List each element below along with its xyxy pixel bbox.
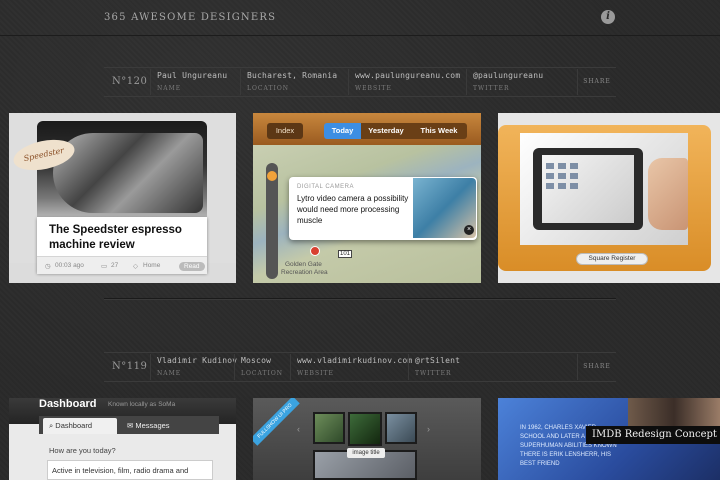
hand-image	[648, 158, 688, 230]
gallery-tile	[385, 412, 417, 444]
route-shield: 101	[338, 250, 353, 258]
home-tag: Home	[143, 262, 161, 269]
article-headline: The Speedster espresso machine review	[49, 224, 182, 251]
article-meta: ◷ 00:03 ago ▭ 27 ◇ Home Read	[37, 256, 207, 274]
comment-icon: ▭	[101, 263, 108, 270]
info-icon[interactable]: i	[601, 10, 615, 24]
app-tile	[558, 183, 566, 189]
work-thumbnail-news-app[interactable]: Index Today Yesterday This Week Golden G…	[253, 113, 481, 283]
tab-yesterday: Yesterday	[361, 123, 411, 139]
gallery-ribbon: FULLSHOW UI PRO	[253, 398, 300, 446]
designer-name-field: Vladimir Kudinov NAME	[150, 354, 238, 380]
app-tile	[570, 163, 578, 169]
top-bar: 365 AWESOME DESIGNERS i	[0, 0, 720, 36]
designer-number: N°120	[112, 76, 148, 87]
read-button: Read	[179, 262, 205, 271]
designer-name-field: Paul Ungureanu NAME	[150, 69, 240, 95]
dashboard-question: How are you today?	[49, 446, 116, 455]
imdb-title-label: IMDB Redesign Concept	[586, 426, 720, 444]
app-tile	[546, 183, 554, 189]
designer-twitter-field: @rtSilent TWITTER	[408, 354, 508, 380]
twitter-label: TWITTER	[415, 370, 452, 377]
slider-knob	[267, 171, 277, 181]
app-tile	[570, 173, 578, 179]
square-register-label: Square Register	[576, 253, 648, 265]
website-label: WEBSITE	[297, 370, 334, 377]
tab-dashboard: ⌕ Dashboard	[43, 418, 117, 434]
work-thumbnail-square-register[interactable]: Square Register	[498, 113, 720, 283]
tab-messages-label: Messages	[135, 421, 170, 430]
site-title[interactable]: 365 AWESOME DESIGNERS	[104, 12, 276, 23]
designer-location: Bucharest, Romania	[247, 71, 338, 80]
designer-twitter-link[interactable]: @paulungureanu	[473, 71, 566, 80]
index-button: Index	[267, 123, 303, 139]
share-button[interactable]: SHARE	[577, 354, 616, 380]
gallery-tile	[348, 412, 382, 446]
app-tile	[558, 163, 566, 169]
website-label: WEBSITE	[355, 85, 392, 92]
story-headline: Lytro video camera a possibility would n…	[297, 194, 409, 225]
work-thumbnail-dashboard[interactable]: Dashboard Known locally as SoMa ⌕ Dashbo…	[9, 398, 236, 480]
designer-location-field: Bucharest, Romania LOCATION	[240, 69, 348, 95]
app-tile	[546, 173, 554, 179]
header-photos	[628, 398, 720, 428]
dashboard-title: Dashboard	[39, 398, 97, 410]
share-button[interactable]: SHARE	[577, 69, 616, 95]
dashboard-subtitle: Known locally as SoMa	[108, 401, 176, 408]
work-thumbnail-gallery[interactable]: FULLSHOW UI PRO ‹ › image title	[253, 398, 481, 480]
designer-twitter-field: @paulungureanu TWITTER	[466, 69, 566, 95]
name-label: NAME	[157, 370, 182, 377]
place-label-recreation: Recreation Area	[281, 269, 328, 276]
name-label: NAME	[157, 85, 182, 92]
dashboard-answer: Active in television, film, radio drama …	[47, 460, 213, 480]
designer-website-field: www.vladimirkudinov.com WEBSITE	[290, 354, 412, 380]
section-divider	[104, 298, 616, 300]
chevron-left-icon: ‹	[297, 424, 300, 434]
story-popup: DIGITAL CAMERA Lytro video camera a poss…	[289, 177, 477, 240]
designer-website-link[interactable]: www.vladimirkudinov.com	[297, 356, 412, 365]
comment-count: 27	[111, 262, 119, 269]
tab-today: Today	[324, 123, 361, 139]
designer-info-row: N°119 Vladimir Kudinov NAME Moscow LOCAT…	[104, 352, 616, 382]
designer-number: N°119	[112, 361, 148, 372]
ipad-screen	[542, 155, 634, 223]
designer-location: Moscow	[241, 356, 272, 365]
app-tile	[558, 173, 566, 179]
designer-website-link[interactable]: www.paulungureanu.com	[355, 71, 466, 80]
clock-icon: ◷	[45, 263, 51, 270]
image-caption: image title	[347, 448, 385, 458]
designer-twitter-link[interactable]: @rtSilent	[415, 356, 508, 365]
place-label-golden-gate: Golden Gate	[285, 261, 322, 268]
designer-location-field: Moscow LOCATION	[234, 354, 290, 380]
tab-this-week: This Week	[411, 123, 467, 139]
app-tile	[570, 183, 578, 189]
gallery-tile	[313, 412, 345, 444]
designer-name: Vladimir Kudinov	[157, 356, 238, 365]
close-icon: ×	[464, 225, 474, 235]
map-pin-icon	[310, 246, 320, 256]
work-thumbnail-imdb[interactable]: In 1962, Charles Xavier school and later…	[498, 398, 720, 480]
designer-website-field: www.paulungureanu.com WEBSITE	[348, 69, 466, 95]
app-tile	[546, 163, 554, 169]
location-label: LOCATION	[247, 85, 290, 92]
chevron-right-icon: ›	[427, 424, 430, 434]
designer-name: Paul Ungureanu	[157, 71, 228, 80]
tag-icon: ◇	[133, 263, 138, 270]
twitter-label: TWITTER	[473, 85, 510, 92]
designer-info-row: N°120 Paul Ungureanu NAME Bucharest, Rom…	[104, 67, 616, 97]
article-time: 00:03 ago	[55, 262, 84, 269]
work-thumbnail-espresso[interactable]: Speedster The Speedster espresso machine…	[9, 113, 236, 283]
espresso-machine-image	[53, 133, 203, 213]
story-category: DIGITAL CAMERA	[297, 184, 355, 190]
location-label: LOCATION	[241, 370, 284, 377]
tab-messages: ✉ Messages	[127, 418, 187, 434]
tab-dashboard-label: Dashboard	[55, 421, 92, 430]
